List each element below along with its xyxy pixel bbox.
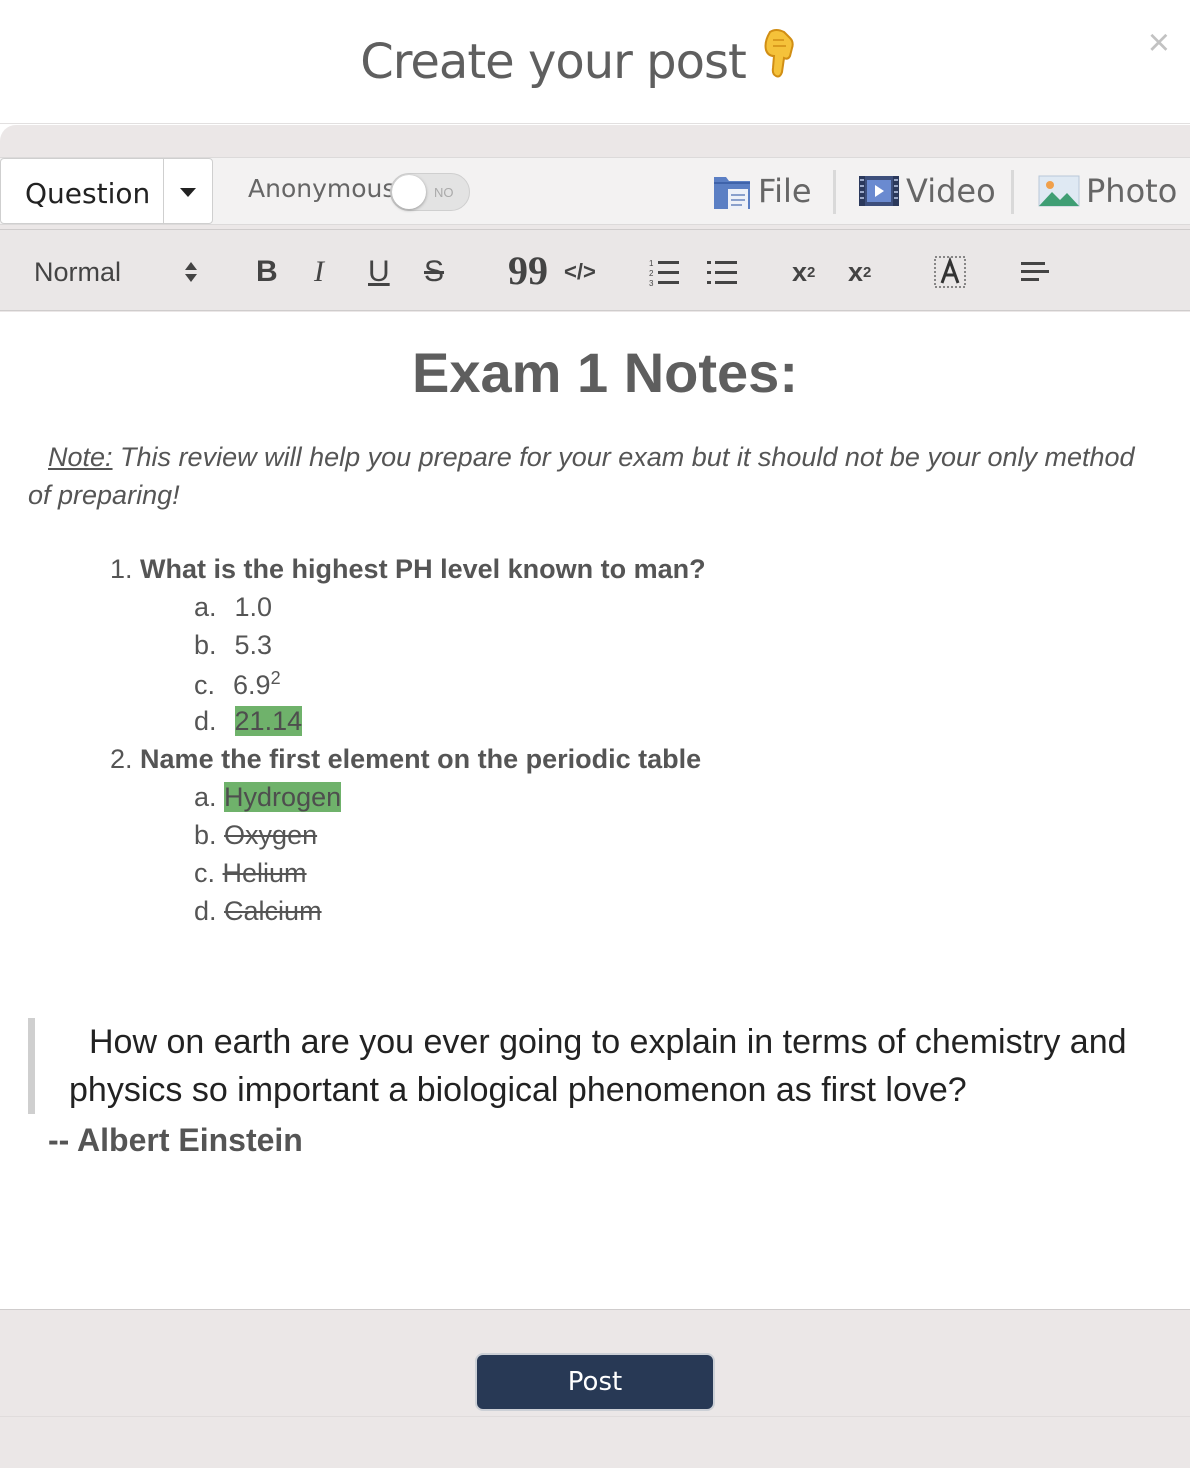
editor-heading: Exam 1 Notes: (412, 341, 798, 404)
quote-block: How on earth are you ever going to expla… (28, 1018, 1168, 1114)
question-2: 2. Name the first element on the periodi… (110, 744, 701, 775)
superscript-mark: 2 (863, 263, 872, 281)
strike-button[interactable]: S (424, 252, 444, 292)
svg-text:2: 2 (649, 269, 654, 278)
post-type-select[interactable]: Question (0, 158, 213, 224)
list-item: c. 6.92 (194, 668, 281, 701)
post-type-row: Question Anonymous NO File Video Photo (0, 157, 1190, 225)
formatting-toolbar: Normal B I U S 99 </> 1 2 3 x2 x2 (0, 229, 1190, 311)
list-item: a. Hydrogen (194, 782, 342, 813)
option-letter: c. (194, 670, 216, 700)
select-divider (163, 159, 164, 223)
code-button[interactable]: </> (564, 252, 596, 292)
option-letter: a. (194, 592, 217, 622)
clear-format-icon[interactable] (934, 252, 966, 292)
subscript-button[interactable]: x2 (792, 252, 815, 292)
underline-button[interactable]: U (368, 252, 390, 292)
option-letter: b. (194, 820, 217, 850)
attach-file-button[interactable]: File (712, 168, 812, 214)
post-type-value: Question (25, 177, 151, 210)
anonymous-toggle[interactable]: NO (390, 173, 470, 211)
italic-button[interactable]: I (314, 252, 324, 292)
updown-arrows-icon[interactable] (184, 252, 198, 292)
list-item: a. 1.0 (194, 592, 272, 623)
option-superscript: 2 (270, 668, 281, 688)
video-label: Video (906, 172, 996, 210)
superscript-x: x (848, 256, 864, 287)
align-left-icon[interactable] (1020, 252, 1050, 292)
superscript-button[interactable]: x2 (848, 252, 871, 292)
option-letter: d. (194, 896, 217, 926)
toggle-state: NO (434, 185, 454, 200)
file-icon (714, 177, 750, 209)
note-paragraph: Note: This review will help you prepare … (28, 438, 1148, 514)
attach-photo-button[interactable]: Photo (1038, 168, 1177, 214)
svg-text:1: 1 (649, 259, 654, 268)
footer-divider (0, 1416, 1190, 1417)
modal-title: Create your post (360, 34, 747, 90)
question-text: Name the first element on the periodic t… (140, 744, 702, 774)
list-item: d. Calcium (194, 896, 322, 927)
list-item: c. Helium (194, 858, 307, 889)
option-letter: a. (194, 782, 217, 812)
bullet-list-icon[interactable] (706, 252, 738, 292)
option-value-struck: Helium (222, 858, 307, 888)
toggle-knob (392, 175, 426, 209)
modal-header: Create your post × (0, 0, 1190, 124)
option-value: 6.9 (233, 670, 271, 700)
modal-title-row: Create your post (0, 28, 1160, 92)
question-number: 1. (110, 554, 133, 584)
blockquote-button[interactable]: 99 (508, 248, 548, 293)
caret-down-icon[interactable] (180, 188, 196, 197)
option-value-struck: Calcium (224, 896, 322, 926)
close-icon[interactable]: × (1148, 24, 1170, 62)
option-value-struck: Oxygen (224, 820, 318, 850)
attach-video-button[interactable]: Video (858, 168, 996, 214)
editor-area[interactable]: Exam 1 Notes: Note: This review will hel… (0, 312, 1190, 1310)
pointing-hand-icon (760, 28, 800, 92)
media-separator (833, 170, 836, 214)
option-letter: c. (194, 858, 216, 888)
note-text: This review will help you prepare for yo… (28, 442, 1135, 510)
media-separator (1011, 170, 1014, 214)
svg-text:3: 3 (649, 279, 654, 287)
option-letter: d. (194, 706, 217, 736)
ordered-list-icon[interactable]: 1 2 3 (648, 252, 680, 292)
list-item: b. 5.3 (194, 630, 272, 661)
anonymous-label: Anonymous (248, 174, 396, 203)
photo-icon (1038, 175, 1080, 207)
option-value-highlighted: Hydrogen (224, 782, 342, 812)
option-value-highlighted: 21.14 (234, 706, 303, 736)
subscript-mark: 2 (807, 263, 816, 281)
question-number: 2. (110, 744, 133, 774)
post-button[interactable]: Post (475, 1353, 715, 1411)
quote-text: How on earth are you ever going to expla… (69, 1023, 1127, 1109)
option-value: 5.3 (234, 630, 273, 660)
option-letter: b. (194, 630, 217, 660)
video-icon (859, 176, 899, 206)
note-lead: Note: (48, 442, 113, 472)
list-item: d. 21.14 (194, 706, 303, 737)
quote-author: -- Albert Einstein (48, 1122, 303, 1158)
option-value: 1.0 (234, 592, 273, 622)
bold-button[interactable]: B (256, 252, 278, 292)
subscript-x: x (792, 256, 808, 287)
file-label: File (758, 172, 812, 210)
list-item: b. Oxygen (194, 820, 317, 851)
photo-label: Photo (1086, 172, 1178, 210)
question-1: 1. What is the highest PH level known to… (110, 554, 706, 585)
question-text: What is the highest PH level known to ma… (140, 554, 706, 584)
heading-select[interactable]: Normal (34, 252, 121, 292)
